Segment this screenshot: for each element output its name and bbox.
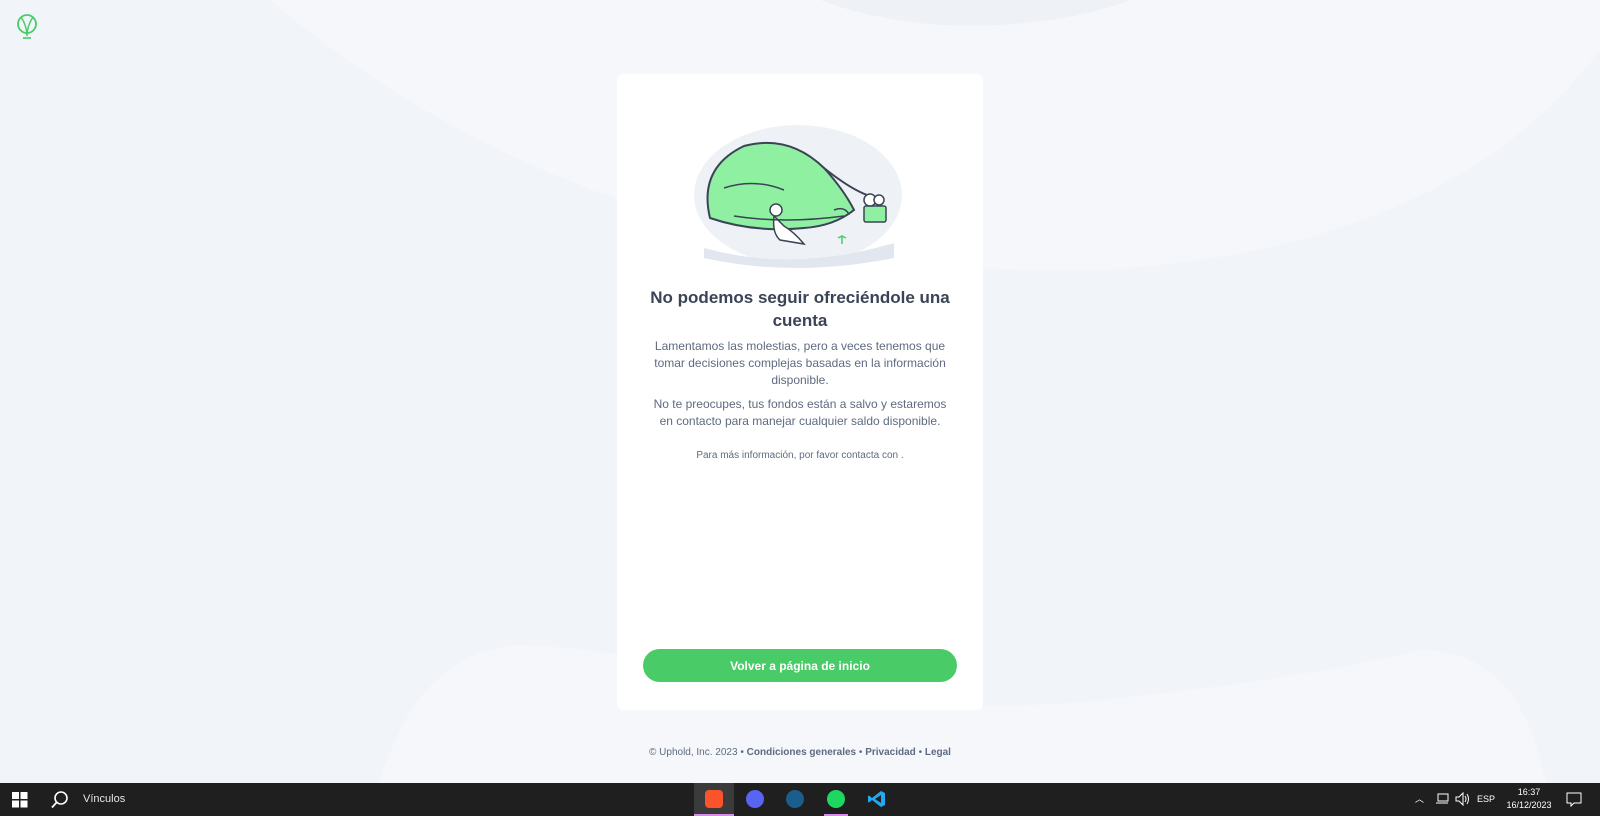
uphold-logo-icon[interactable]: [16, 12, 38, 40]
steam-icon: [786, 790, 804, 808]
back-to-home-button[interactable]: Volver a página de inicio: [643, 649, 957, 682]
notifications-icon[interactable]: [1566, 792, 1582, 807]
legal-link[interactable]: Legal: [925, 747, 951, 758]
taskbar-app-spotify[interactable]: [816, 783, 856, 816]
account-closed-card: No podemos seguir ofreciéndole una cuent…: [617, 74, 983, 710]
taskbar-app-brave[interactable]: [694, 783, 734, 816]
brave-icon: [705, 790, 723, 808]
contact-note: Para más información, por favor contacta…: [696, 450, 904, 461]
privacy-link[interactable]: Privacidad: [865, 747, 916, 758]
windows-taskbar: Vínculos ︿ ESP 16:37 16/12/2023: [0, 783, 1600, 816]
spotify-icon: [827, 790, 845, 808]
windows-start-icon[interactable]: [12, 792, 28, 808]
taskbar-app-vscode[interactable]: [857, 783, 897, 816]
language-indicator[interactable]: ESP: [1477, 794, 1495, 804]
network-icon[interactable]: [1435, 793, 1449, 805]
search-icon[interactable]: [51, 791, 69, 809]
discord-icon: [746, 790, 764, 808]
sleeping-creature-illustration: [694, 125, 902, 268]
apology-text: Lamentamos las molestias, pero a veces t…: [654, 339, 946, 387]
volume-icon[interactable]: [1455, 792, 1471, 806]
links-toolbar-label[interactable]: Vínculos: [83, 793, 125, 805]
vscode-icon: [868, 791, 885, 807]
copyright-text: © Uphold, Inc. 2023: [649, 747, 738, 758]
terms-link[interactable]: Condiciones generales: [747, 747, 856, 758]
taskbar-app-steam[interactable]: [775, 783, 815, 816]
clock-time: 16:37: [1517, 787, 1541, 797]
funds-safe-text: No te preocupes, tus fondos están a salv…: [653, 397, 947, 428]
clock-date: 16/12/2023: [1506, 800, 1552, 810]
clock[interactable]: 16:37 16/12/2023: [1496, 786, 1562, 812]
page-title: No podemos seguir ofreciéndole una cuent…: [650, 288, 950, 330]
footer: © Uphold, Inc. 2023 • Condiciones genera…: [649, 747, 951, 758]
taskbar-app-discord[interactable]: [735, 783, 775, 816]
show-hidden-icons-chevron-icon[interactable]: ︿: [1415, 792, 1424, 805]
